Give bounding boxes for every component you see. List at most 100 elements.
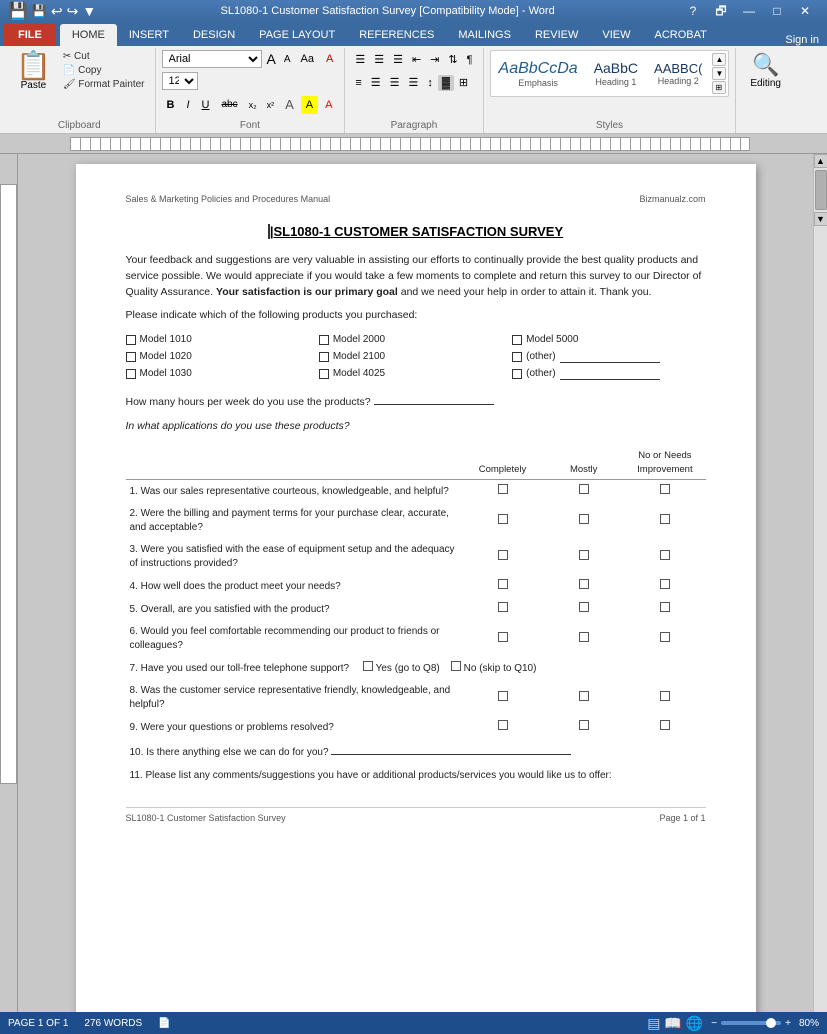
tab-references[interactable]: REFERENCES (347, 24, 446, 46)
align-right-button[interactable]: ☰ (386, 73, 404, 92)
q4-needs-checkbox[interactable] (660, 579, 670, 589)
highlight-button[interactable]: A (301, 96, 318, 114)
tab-review[interactable]: REVIEW (523, 24, 590, 46)
quick-access-undo[interactable]: ↩ (51, 3, 63, 20)
checkbox-1010[interactable] (126, 335, 136, 345)
bullets-button[interactable]: ☰ (351, 50, 369, 69)
scroll-thumb[interactable] (815, 170, 827, 210)
help-button[interactable]: ? (679, 0, 707, 22)
q2-completely-checkbox[interactable] (498, 514, 508, 524)
paste-button[interactable]: 📋 Paste (10, 50, 57, 93)
signin-link[interactable]: Sign in (785, 34, 827, 46)
quick-access-save[interactable]: 💾 (32, 4, 47, 18)
style-heading2[interactable]: AABBC( Heading 2 (648, 59, 708, 89)
q1-needs-checkbox[interactable] (660, 484, 670, 494)
font-color-button[interactable]: A (320, 96, 337, 114)
font-case-btn[interactable]: Aa (296, 50, 319, 68)
tab-home[interactable]: HOME (60, 24, 117, 46)
q7-yes-checkbox[interactable] (363, 661, 373, 671)
border-button[interactable]: ⊞ (455, 73, 472, 92)
q5-needs-checkbox[interactable] (660, 602, 670, 612)
multilevel-list-button[interactable]: ☰ (389, 50, 407, 69)
q9-needs-checkbox[interactable] (660, 720, 670, 730)
tab-mailings[interactable]: MAILINGS (446, 24, 523, 46)
other2-field[interactable] (560, 368, 660, 380)
q8-needs-checkbox[interactable] (660, 691, 670, 701)
q6-needs-checkbox[interactable] (660, 632, 670, 642)
restore-button[interactable]: 🗗 (707, 0, 735, 22)
underline-button[interactable]: U (197, 96, 215, 114)
zoom-out-icon[interactable]: − (711, 1018, 717, 1029)
document-page[interactable]: Sales & Marketing Policies and Procedure… (76, 164, 756, 1012)
quick-access-redo[interactable]: ↪ (67, 3, 79, 20)
tab-page-layout[interactable]: PAGE LAYOUT (247, 24, 347, 46)
style-emphasis[interactable]: AaBbCcDa Emphasis (493, 57, 584, 90)
checkbox-4025[interactable] (319, 369, 329, 379)
checkbox-1020[interactable] (126, 352, 136, 362)
tab-insert[interactable]: INSERT (117, 24, 181, 46)
text-effects-button[interactable]: A (280, 94, 299, 115)
align-left-button[interactable]: ≡ (351, 74, 365, 92)
q6-completely-checkbox[interactable] (498, 632, 508, 642)
font-shrink-btn[interactable]: A (281, 53, 294, 66)
checkbox-2000[interactable] (319, 335, 329, 345)
checkbox-other1[interactable] (512, 352, 522, 362)
q3-completely-checkbox[interactable] (498, 550, 508, 560)
q4-mostly-checkbox[interactable] (579, 579, 589, 589)
checkbox-2100[interactable] (319, 352, 329, 362)
zoom-slider[interactable] (721, 1021, 781, 1025)
tab-acrobat[interactable]: ACROBAT (642, 24, 718, 46)
q8-mostly-checkbox[interactable] (579, 691, 589, 701)
styles-expand[interactable]: ⊞ (712, 81, 726, 94)
hours-field[interactable] (374, 393, 494, 405)
subscript-button[interactable]: x₂ (245, 98, 261, 112)
tab-view[interactable]: VIEW (590, 24, 642, 46)
checkbox-other2[interactable] (512, 369, 522, 379)
q5-completely-checkbox[interactable] (498, 602, 508, 612)
q4-completely-checkbox[interactable] (498, 579, 508, 589)
editing-button[interactable]: 🔍 Editing (742, 50, 789, 91)
q8-completely-checkbox[interactable] (498, 691, 508, 701)
zoom-thumb[interactable] (766, 1018, 776, 1028)
maximize-button[interactable]: □ (763, 0, 791, 22)
checkbox-5000[interactable] (512, 335, 522, 345)
tab-file[interactable]: FILE (4, 24, 56, 46)
justify-button[interactable]: ☰ (405, 73, 423, 92)
italic-button[interactable]: I (181, 96, 194, 114)
q1-completely-checkbox[interactable] (498, 484, 508, 494)
numbering-button[interactable]: ☰ (370, 50, 388, 69)
font-grow-btn[interactable]: A (264, 50, 279, 68)
styles-scroll-down[interactable]: ▼ (712, 67, 726, 80)
indent-button[interactable]: ⇥ (426, 50, 443, 69)
q5-mostly-checkbox[interactable] (579, 602, 589, 612)
checkbox-1030[interactable] (126, 369, 136, 379)
styles-scroll-up[interactable]: ▲ (712, 53, 726, 66)
style-heading1[interactable]: AaBbC Heading 1 (588, 58, 644, 89)
font-family-select[interactable]: Arial (162, 50, 262, 68)
scroll-down-button[interactable]: ▼ (814, 212, 827, 226)
q3-mostly-checkbox[interactable] (579, 550, 589, 560)
clear-format-btn[interactable]: A (321, 50, 338, 68)
bold-button[interactable]: B (162, 96, 180, 114)
quick-access-arrow[interactable]: ▼ (82, 3, 96, 19)
print-layout-icon[interactable]: ▤ (647, 1015, 660, 1032)
superscript-button[interactable]: x² (263, 98, 279, 112)
minimize-button[interactable]: — (735, 0, 763, 22)
tab-design[interactable]: DESIGN (181, 24, 247, 46)
align-center-button[interactable]: ☰ (367, 73, 385, 92)
q9-mostly-checkbox[interactable] (579, 720, 589, 730)
q3-needs-checkbox[interactable] (660, 550, 670, 560)
web-layout-icon[interactable]: 🌐 (686, 1015, 703, 1032)
scroll-up-button[interactable]: ▲ (814, 154, 827, 168)
q9-completely-checkbox[interactable] (498, 720, 508, 730)
other1-field[interactable] (560, 351, 660, 363)
font-size-select[interactable]: 12 (162, 72, 198, 90)
copy-button[interactable]: 📄 Copy (59, 64, 149, 77)
show-formatting-button[interactable]: ¶ (463, 51, 477, 69)
q10-answer-field[interactable] (331, 743, 571, 755)
q2-mostly-checkbox[interactable] (579, 514, 589, 524)
q6-mostly-checkbox[interactable] (579, 632, 589, 642)
q2-needs-checkbox[interactable] (660, 514, 670, 524)
format-painter-button[interactable]: 🖌 Format Painter (59, 78, 149, 91)
close-button[interactable]: ✕ (791, 0, 819, 22)
